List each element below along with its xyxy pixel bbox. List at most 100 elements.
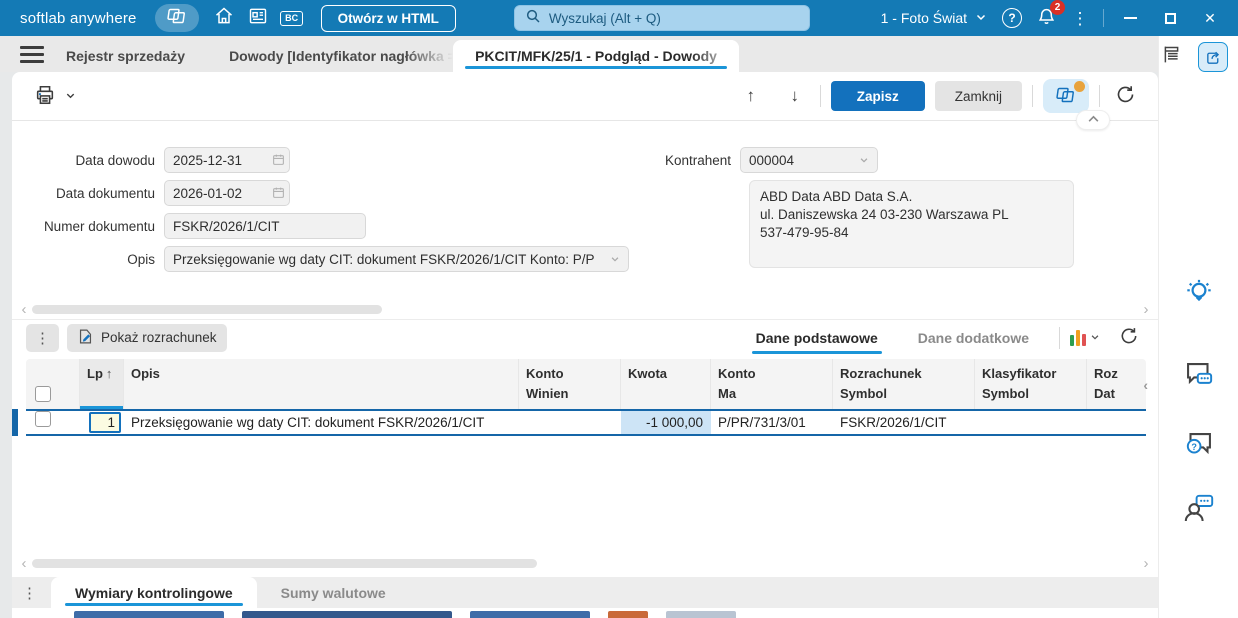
cell-lp-focused[interactable]: 1	[89, 412, 121, 433]
window-minimize-button[interactable]	[1110, 4, 1150, 32]
notification-badge: 2	[1050, 0, 1065, 15]
save-button[interactable]: Zapisz	[830, 81, 925, 111]
suggestions-button[interactable]	[1184, 278, 1214, 315]
col-konto-ma[interactable]: Konto Ma	[711, 359, 833, 409]
company-selector[interactable]: 1 - Foto Świat	[881, 10, 987, 26]
help-center-button[interactable]: ?	[1182, 428, 1216, 467]
col-label: Opis	[131, 366, 160, 381]
global-search[interactable]	[513, 5, 810, 31]
window-maximize-button[interactable]	[1150, 4, 1190, 32]
open-in-html-button[interactable]: Otwórz w HTML	[320, 4, 456, 32]
kontrahent-value: 000004	[749, 152, 795, 168]
chevron-down-icon	[1090, 330, 1100, 345]
menu-button[interactable]	[20, 42, 44, 66]
scroll-track[interactable]	[30, 558, 1140, 568]
col-kwota[interactable]: Kwota	[621, 359, 711, 409]
bottom-tabs-menu-button[interactable]: ⋮	[22, 584, 37, 602]
notifications-button[interactable]: 2	[1029, 0, 1065, 32]
tab-wymiary-kontrolingowe[interactable]: Wymiary kontrolingowe	[51, 577, 257, 608]
chart-view-button[interactable]	[1070, 323, 1100, 353]
scroll-right-arrow[interactable]: ›	[1140, 301, 1152, 318]
gridbar-divider	[1059, 326, 1060, 349]
minimize-icon	[1123, 17, 1137, 19]
clipped-content-row	[12, 608, 1158, 618]
calendar-icon	[272, 186, 285, 204]
nav-up-button[interactable]: ↑	[736, 81, 766, 111]
scroll-left-arrow[interactable]: ‹	[18, 555, 30, 572]
panel-list-icon[interactable]	[1161, 44, 1182, 70]
search-input[interactable]	[548, 10, 799, 26]
tab-pkcit-active[interactable]: PKCIT/MFK/25/1 - Podgląd - Dowody	[453, 40, 739, 72]
cell-konto-ma[interactable]: P/PR/731/3/01	[711, 415, 833, 430]
scroll-thumb[interactable]	[32, 558, 537, 568]
opis-select[interactable]: Przeksięgowanie wg daty CIT: dokument FS…	[164, 246, 629, 272]
close-document-button[interactable]: Zamknij	[934, 81, 1022, 111]
tab-rejestr-sprzedazy[interactable]: Rejestr sprzedaży	[44, 40, 207, 72]
nav-down-button[interactable]: ↓	[780, 81, 810, 111]
table-row-selected[interactable]: 1 Przeksięgowanie wg daty CIT: dokument …	[12, 409, 1146, 436]
col-label: Symbol	[840, 385, 887, 401]
tab-dowody[interactable]: Dowody [Identyfikator nagłówka = 161	[207, 40, 454, 72]
related-windows-button[interactable]	[1043, 79, 1089, 113]
community-button[interactable]	[1181, 491, 1217, 532]
show-settlement-button[interactable]: Pokaż rozrachunek	[67, 323, 227, 352]
tab-label: Sumy walutowe	[280, 584, 386, 601]
refresh-button[interactable]	[1110, 81, 1140, 111]
lines-table: Lp ↑ Opis Konto Winien Kwota Konto Ma Ro…	[12, 359, 1148, 436]
numer-dokumentu-input[interactable]	[164, 213, 366, 239]
grid-refresh-button[interactable]	[1114, 323, 1144, 353]
col-konto-winien[interactable]: Konto Winien	[519, 359, 621, 409]
app-switcher-button[interactable]	[154, 4, 199, 32]
bc-button[interactable]: BC	[275, 4, 309, 32]
cell-rozrachunek[interactable]: FSKR/2026/1/CIT	[833, 415, 975, 430]
overflow-menu-button[interactable]: ⋮	[1063, 4, 1097, 32]
tab-fade	[690, 40, 739, 72]
close-icon: ✕	[1204, 9, 1216, 26]
col-label: Lp	[87, 366, 103, 381]
news-button[interactable]	[241, 4, 275, 32]
col-rozrachunek[interactable]: Rozrachunek Symbol	[833, 359, 975, 409]
row-checkbox[interactable]	[35, 411, 51, 427]
tab-dane-dodatkowe[interactable]: Dane dodatkowe	[914, 324, 1033, 352]
tab-dane-podstawowe[interactable]: Dane podstawowe	[751, 324, 882, 354]
header-h-scrollbar: ‹ ›	[12, 299, 1158, 319]
toolbar-divider	[819, 85, 821, 107]
layers-icon	[1056, 86, 1076, 107]
scroll-thumb[interactable]	[32, 304, 382, 314]
col-label: Rozrachunek	[840, 366, 922, 381]
col-roz-data[interactable]: Roz Dat	[1087, 359, 1146, 409]
print-options-button[interactable]	[60, 81, 80, 111]
share-button[interactable]	[1198, 42, 1228, 72]
col-label: Dat	[1094, 385, 1115, 401]
scroll-left-arrow[interactable]: ‹	[18, 301, 30, 318]
brand-logo: softlab anywhere	[20, 9, 137, 27]
print-button[interactable]	[30, 81, 60, 111]
home-button[interactable]	[207, 4, 241, 32]
window-close-button[interactable]: ✕	[1190, 4, 1230, 32]
collapse-header-button[interactable]	[1076, 110, 1110, 130]
kebab-icon: ⋮	[35, 329, 50, 347]
col-klasyfikator[interactable]: Klasyfikator Symbol	[975, 359, 1087, 409]
select-all-checkbox[interactable]	[35, 386, 51, 402]
kontrahent-select[interactable]: 000004	[740, 147, 878, 173]
toolbar-divider	[1032, 85, 1033, 107]
grid-menu-button[interactable]: ⋮	[26, 323, 59, 352]
col-lp[interactable]: Lp ↑	[80, 359, 124, 409]
col-opis[interactable]: Opis	[124, 359, 519, 409]
tab-sumy-walutowe[interactable]: Sumy walutowe	[257, 577, 410, 608]
columns-scroll-left-arrow[interactable]: ‹	[1143, 377, 1148, 393]
grid-toolbar: ⋮ Pokaż rozrachunek Dane podstawowe Dane…	[12, 319, 1158, 355]
feedback-chat-button[interactable]	[1182, 358, 1216, 397]
scroll-right-arrow[interactable]: ›	[1140, 555, 1152, 572]
document-tabbar: Rejestr sprzedaży Dowody [Identyfikator …	[0, 36, 1158, 72]
sort-asc-icon: ↑	[105, 366, 113, 381]
help-button[interactable]: ?	[995, 4, 1029, 32]
col-label: Konto	[718, 366, 756, 381]
scroll-track[interactable]	[30, 304, 1140, 314]
section-divider	[12, 110, 1158, 130]
cell-opis[interactable]: Przeksięgowanie wg daty CIT: dokument FS…	[124, 415, 519, 430]
document-panel: ↑ ↓ Zapisz Zamknij Data dowodu 2025-12-3…	[12, 72, 1158, 618]
refresh-icon	[1119, 326, 1139, 349]
tab-label: Wymiary kontrolingowe	[75, 584, 233, 601]
cell-kwota[interactable]: -1 000,00	[621, 411, 711, 434]
